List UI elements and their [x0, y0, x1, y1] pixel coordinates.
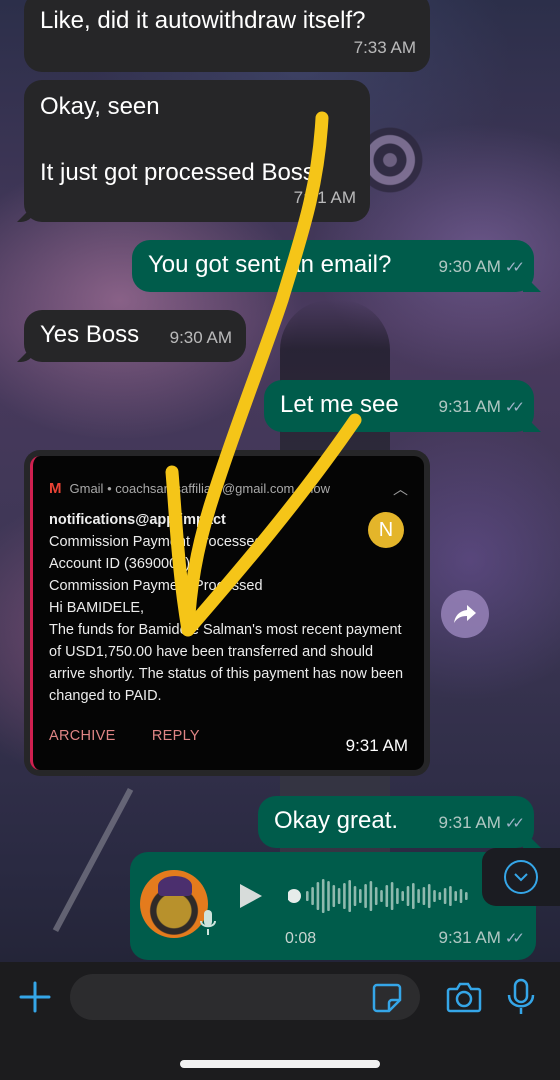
waveform-bar [385, 885, 389, 907]
composer-bar [0, 962, 560, 1080]
waveform-bar [364, 884, 367, 908]
waveform-bar [348, 880, 351, 912]
wallpaper-sword [52, 787, 134, 933]
waveform-bar [337, 888, 341, 904]
voice-duration: 0:08 [285, 930, 317, 947]
notification-line: Commission Payment Processed [49, 534, 263, 550]
waveform-bar [412, 883, 415, 909]
voice-message[interactable]: 0:08 9:31 AM ✓✓ [130, 852, 536, 960]
waveform-bar [422, 887, 426, 905]
avatar-hat [158, 876, 192, 896]
waveform-bar [316, 882, 320, 910]
read-ticks-icon: ✓✓ [504, 930, 525, 947]
playhead[interactable] [288, 889, 301, 903]
message-text: Okay, seen It just got processed Boss [40, 93, 315, 186]
notification-line: Commission Payment Processed [49, 578, 263, 594]
notification-line: Hi BAMIDELE, [49, 600, 145, 616]
read-ticks-icon: ✓✓ [504, 399, 525, 416]
waveform-bar [454, 891, 457, 901]
waveform-bar [332, 885, 336, 907]
plus-icon[interactable] [18, 980, 52, 1014]
sticker-icon[interactable] [371, 982, 403, 1014]
waveform-bar [353, 886, 357, 906]
voice-waveform[interactable] [288, 877, 468, 915]
message-bubble-outgoing[interactable]: Let me see 9:31 AM ✓✓ [264, 380, 534, 432]
notification-line: The funds for Bamidele Salman's most rec… [49, 622, 404, 704]
waveform-bar [369, 881, 373, 911]
notification-line: Account ID (3690008) [49, 556, 191, 572]
message-bubble-incoming[interactable]: Yes Boss 9:30 AM [24, 310, 246, 362]
message-time-text: 9:31 AM [438, 928, 501, 947]
message-time: 7:31 AM [293, 188, 356, 207]
waveform-bar [374, 887, 378, 905]
waveform-bar [449, 886, 452, 906]
message-time-text: 9:31 AM [438, 813, 501, 832]
archive-action: ARCHIVE [49, 728, 116, 744]
message-time: 9:31 AM ✓✓ [438, 928, 525, 948]
mic-icon [200, 910, 216, 935]
notification-when: now [306, 481, 331, 496]
message-time: 9:30 AM [169, 328, 232, 347]
waveform-bar [459, 889, 463, 903]
waveform-bar [327, 881, 330, 911]
forward-button[interactable] [441, 590, 489, 638]
waveform-bar [401, 891, 404, 901]
message-time: 9:30 AM ✓✓ [438, 250, 525, 284]
gmail-icon: M [49, 480, 62, 497]
notification-account: coachsamsaffiliate@gmail.com [115, 481, 295, 496]
message-time: 9:31 AM ✓✓ [438, 390, 525, 424]
waveform-bar [433, 890, 436, 902]
message-bubble-incoming[interactable]: Like, did it autowithdraw itself? 7:33 A… [24, 0, 430, 72]
chevron-down-icon [504, 860, 538, 894]
scroll-to-bottom-button[interactable] [482, 848, 560, 906]
mic-icon[interactable] [506, 978, 536, 1016]
message-time-text: 9:31 AM [438, 397, 501, 416]
waveform-bar [321, 879, 325, 913]
waveform-bar [311, 887, 314, 905]
message-bubble-incoming[interactable]: Okay, seen It just got processed Boss 7:… [24, 80, 370, 222]
notification-screenshot: M Gmail • coachsamsaffiliate@gmail.com •… [30, 456, 424, 770]
home-indicator [180, 1060, 380, 1068]
reply-action: REPLY [151, 728, 200, 744]
waveform-bar [396, 888, 399, 904]
camera-icon[interactable] [446, 980, 482, 1014]
waveform-bar [380, 890, 383, 902]
message-time: 9:31 AM ✓✓ [438, 806, 525, 840]
waveform-bar [438, 892, 442, 900]
message-input[interactable] [70, 974, 420, 1020]
waveform-bar [443, 888, 447, 904]
forward-icon [454, 605, 476, 623]
notification-app: Gmail [69, 481, 104, 496]
message-bubble-outgoing[interactable]: Okay great. 9:31 AM ✓✓ [258, 796, 534, 848]
notification-body: notifications@app.impact Commission Paym… [49, 509, 409, 707]
notification-header: M Gmail • coachsamsaffiliate@gmail.com •… [49, 480, 408, 498]
read-ticks-icon: ✓✓ [504, 259, 525, 276]
waveform-bar [427, 884, 431, 908]
waveform-bar [359, 889, 362, 903]
waveform-bar [417, 889, 420, 903]
waveform-bar [306, 891, 309, 901]
notification-sender: notifications@app.impact [49, 512, 226, 528]
waveform-bar [465, 892, 468, 900]
image-message[interactable]: M Gmail • coachsamsaffiliate@gmail.com •… [24, 450, 430, 776]
message-time-text: 9:30 AM [438, 257, 501, 276]
message-time: 7:33 AM [353, 38, 416, 57]
notification-actions: ARCHIVE REPLY [49, 728, 232, 744]
waveform-bar [390, 882, 394, 910]
play-icon[interactable] [238, 882, 264, 910]
message-bubble-outgoing[interactable]: You got sent an email? 9:30 AM ✓✓ [132, 240, 534, 292]
waveform-bar [406, 886, 410, 906]
read-ticks-icon: ✓✓ [504, 815, 525, 832]
chevron-up-icon: ︿ [392, 481, 408, 498]
waveform-bar [343, 883, 346, 909]
message-time: 9:31 AM [345, 736, 408, 755]
